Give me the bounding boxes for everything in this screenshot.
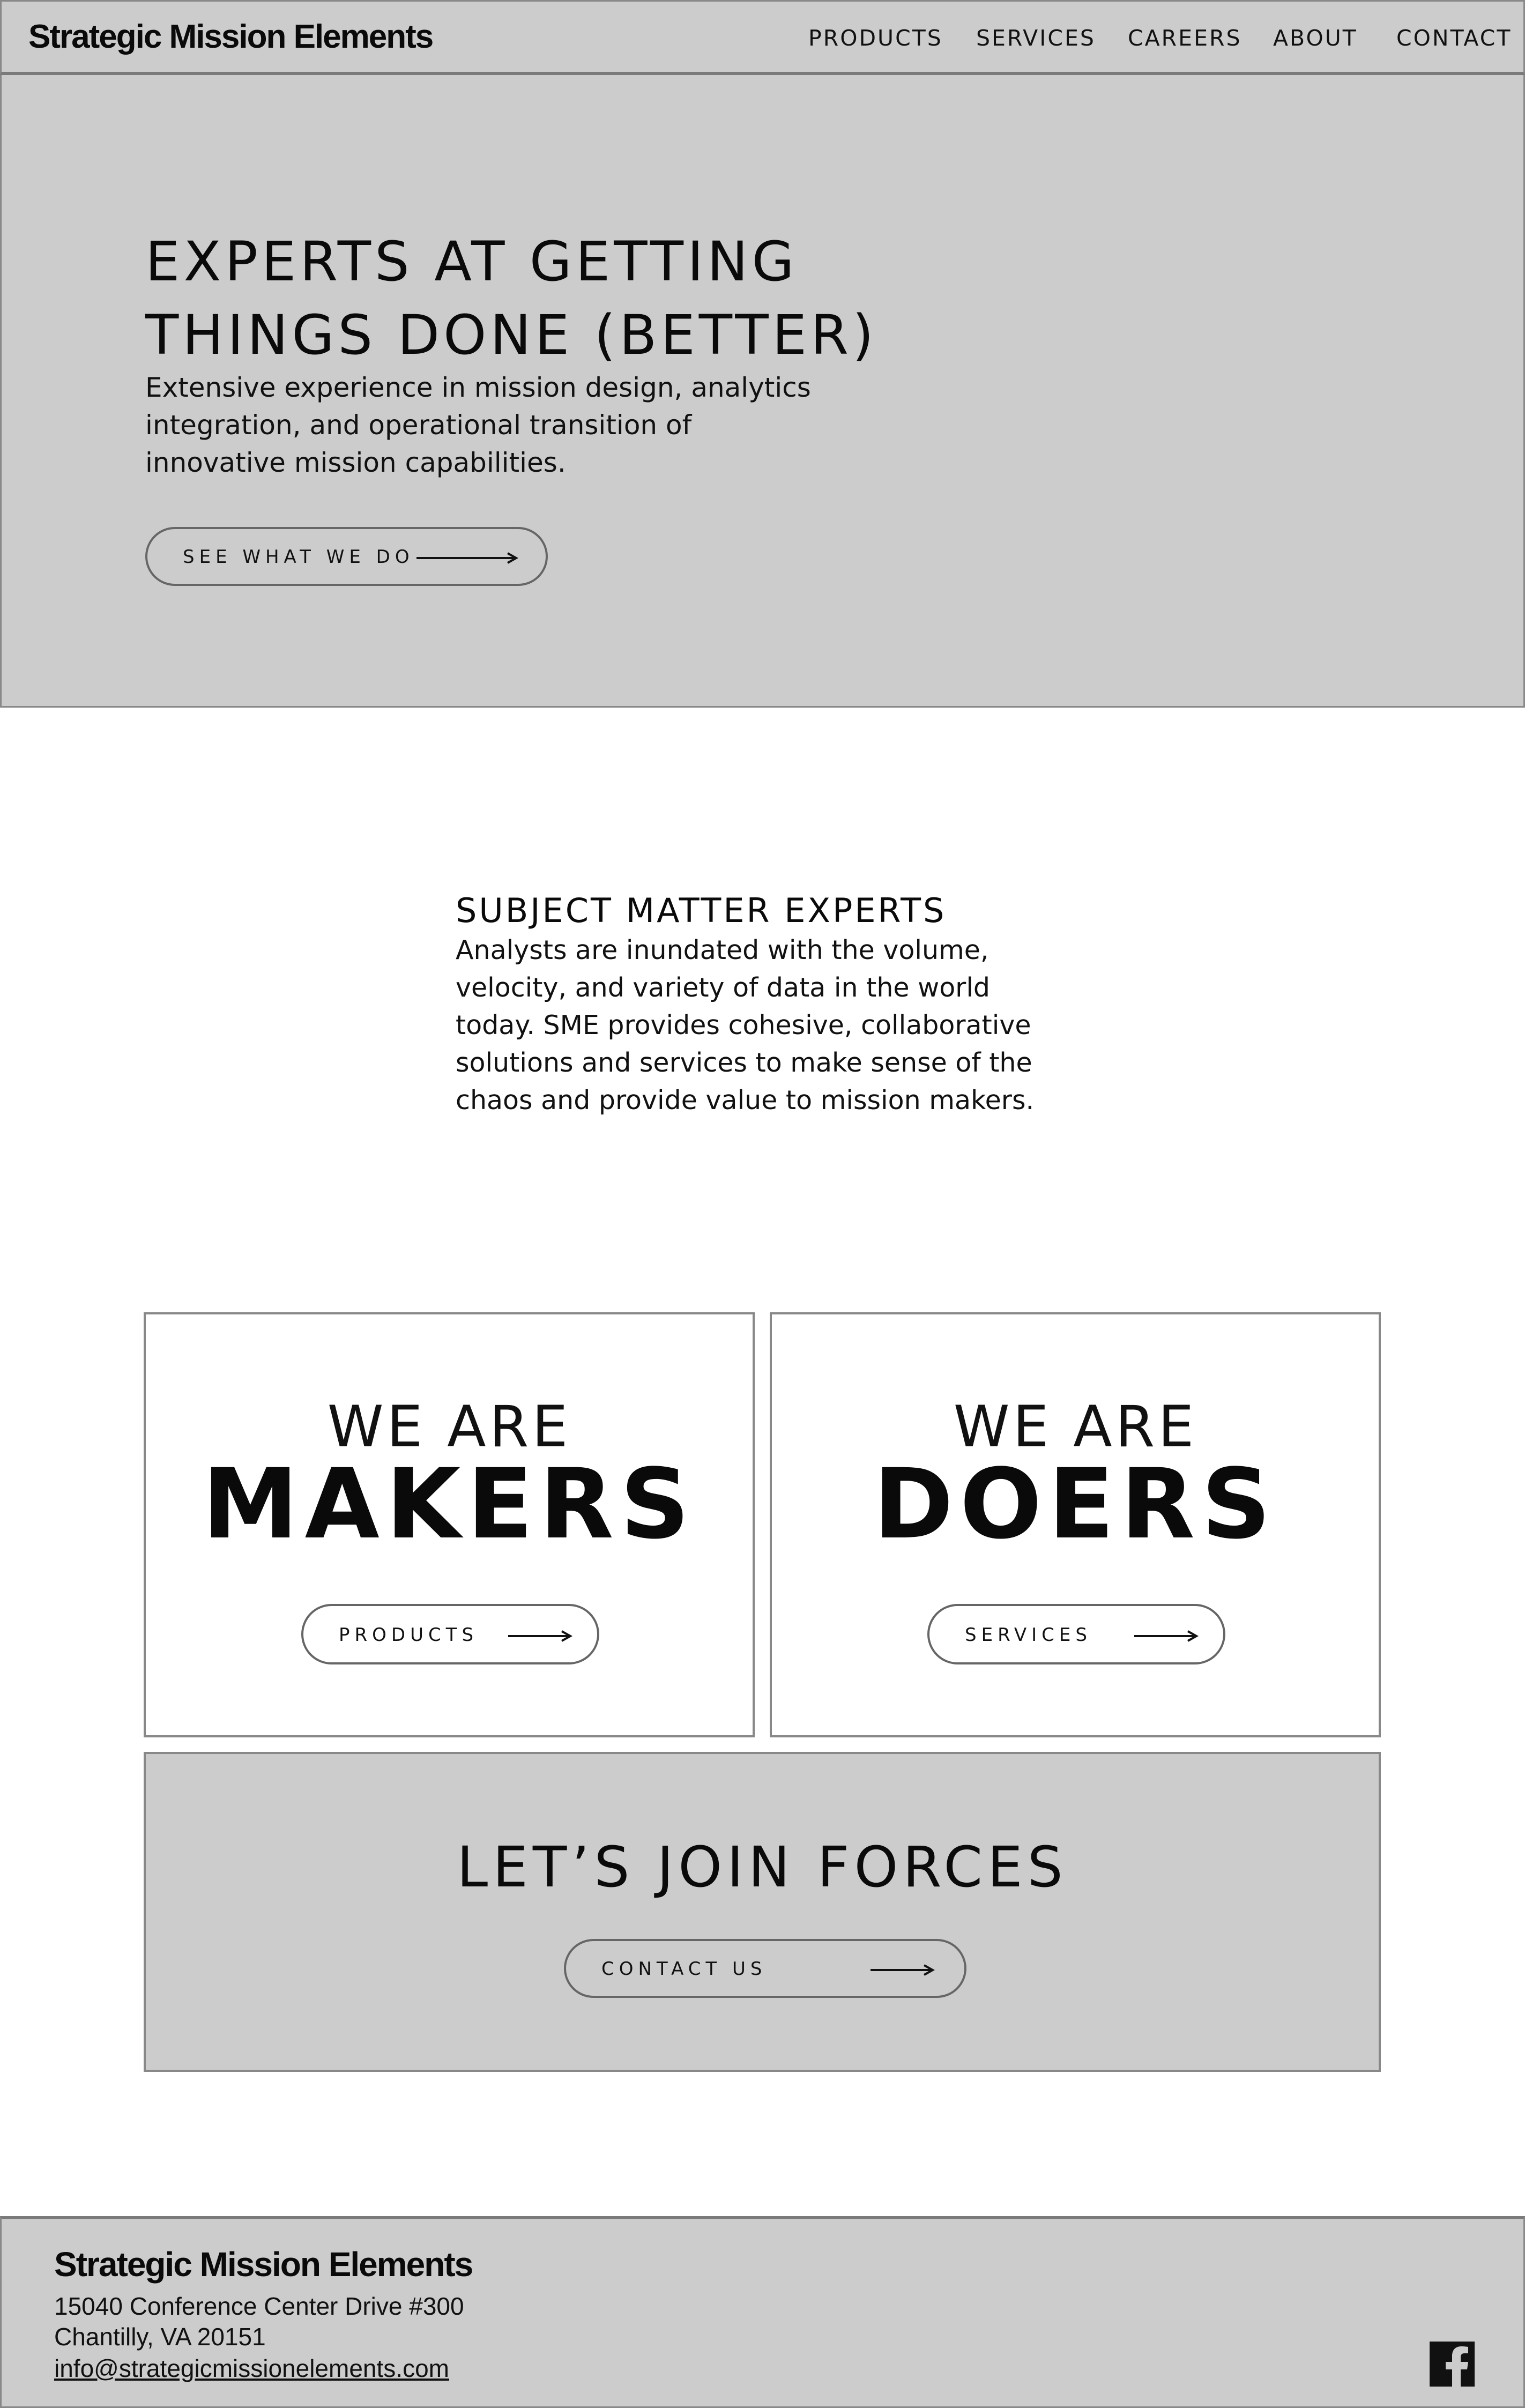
arrow-right-icon bbox=[416, 552, 518, 564]
arrow-right-icon bbox=[1134, 1630, 1199, 1642]
facebook-icon[interactable] bbox=[1430, 2342, 1475, 2387]
sme-description: Analysts are inundated with the volume, … bbox=[456, 935, 1035, 1116]
nav-item-careers[interactable]: CAREERS bbox=[1128, 25, 1242, 51]
hero-title-line1: EXPERTS AT GETTING bbox=[145, 230, 798, 294]
contact-us-label: CONTACT US bbox=[601, 1958, 767, 1980]
nav-item-products[interactable]: PRODUCTS bbox=[808, 25, 943, 51]
makers-heading: MAKERS bbox=[202, 1448, 696, 1560]
nav-item-about[interactable]: ABOUT bbox=[1273, 25, 1358, 51]
makers-card: WE ARE MAKERS PRODUCTS bbox=[144, 1312, 755, 1737]
nav-item-services[interactable]: SERVICES bbox=[976, 25, 1096, 51]
facebook-glyph-icon bbox=[1446, 2346, 1468, 2387]
arrow-right-icon bbox=[508, 1630, 572, 1642]
sme-title: SUBJECT MATTER EXPERTS bbox=[456, 891, 947, 930]
see-what-we-do-button[interactable]: SEE WHAT WE DO bbox=[145, 527, 548, 586]
arrow-right-icon bbox=[871, 1964, 935, 1976]
doers-card: WE ARE DOERS SERVICES bbox=[770, 1312, 1381, 1737]
products-button-label: PRODUCTS bbox=[339, 1624, 479, 1646]
hero-title: EXPERTS AT GETTING THINGS DONE (BETTER) bbox=[145, 225, 949, 372]
see-what-we-do-label: SEE WHAT WE DO bbox=[183, 546, 414, 568]
footer-email-link[interactable]: info@strategicmissionelements.com bbox=[54, 2354, 449, 2383]
nav-item-contact[interactable]: CONTACT bbox=[1396, 25, 1512, 51]
join-forces-title: LET’S JOIN FORCES bbox=[457, 1834, 1068, 1900]
footer-brand: Strategic Mission Elements bbox=[54, 2245, 473, 2284]
footer-address-line2: Chantilly, VA 20151 bbox=[54, 2323, 266, 2351]
site-header: Strategic Mission Elements PRODUCTS SERV… bbox=[0, 0, 1525, 75]
services-button-label: SERVICES bbox=[965, 1624, 1092, 1646]
footer-address-line1: 15040 Conference Center Drive #300 bbox=[54, 2292, 464, 2320]
brand-logo-text[interactable]: Strategic Mission Elements bbox=[28, 18, 434, 56]
services-button[interactable]: SERVICES bbox=[927, 1604, 1225, 1664]
join-forces-section: LET’S JOIN FORCES CONTACT US bbox=[144, 1752, 1381, 2072]
products-button[interactable]: PRODUCTS bbox=[301, 1604, 599, 1664]
site-footer: Strategic Mission Elements 15040 Confere… bbox=[0, 2216, 1525, 2408]
doers-heading: DOERS bbox=[873, 1448, 1277, 1560]
hero-title-line2: THINGS DONE (BETTER) bbox=[145, 303, 877, 367]
contact-us-button[interactable]: CONTACT US bbox=[564, 1939, 966, 1998]
hero-subtitle: Extensive experience in mission design, … bbox=[145, 372, 811, 478]
hero-section: EXPERTS AT GETTING THINGS DONE (BETTER) … bbox=[0, 75, 1525, 708]
